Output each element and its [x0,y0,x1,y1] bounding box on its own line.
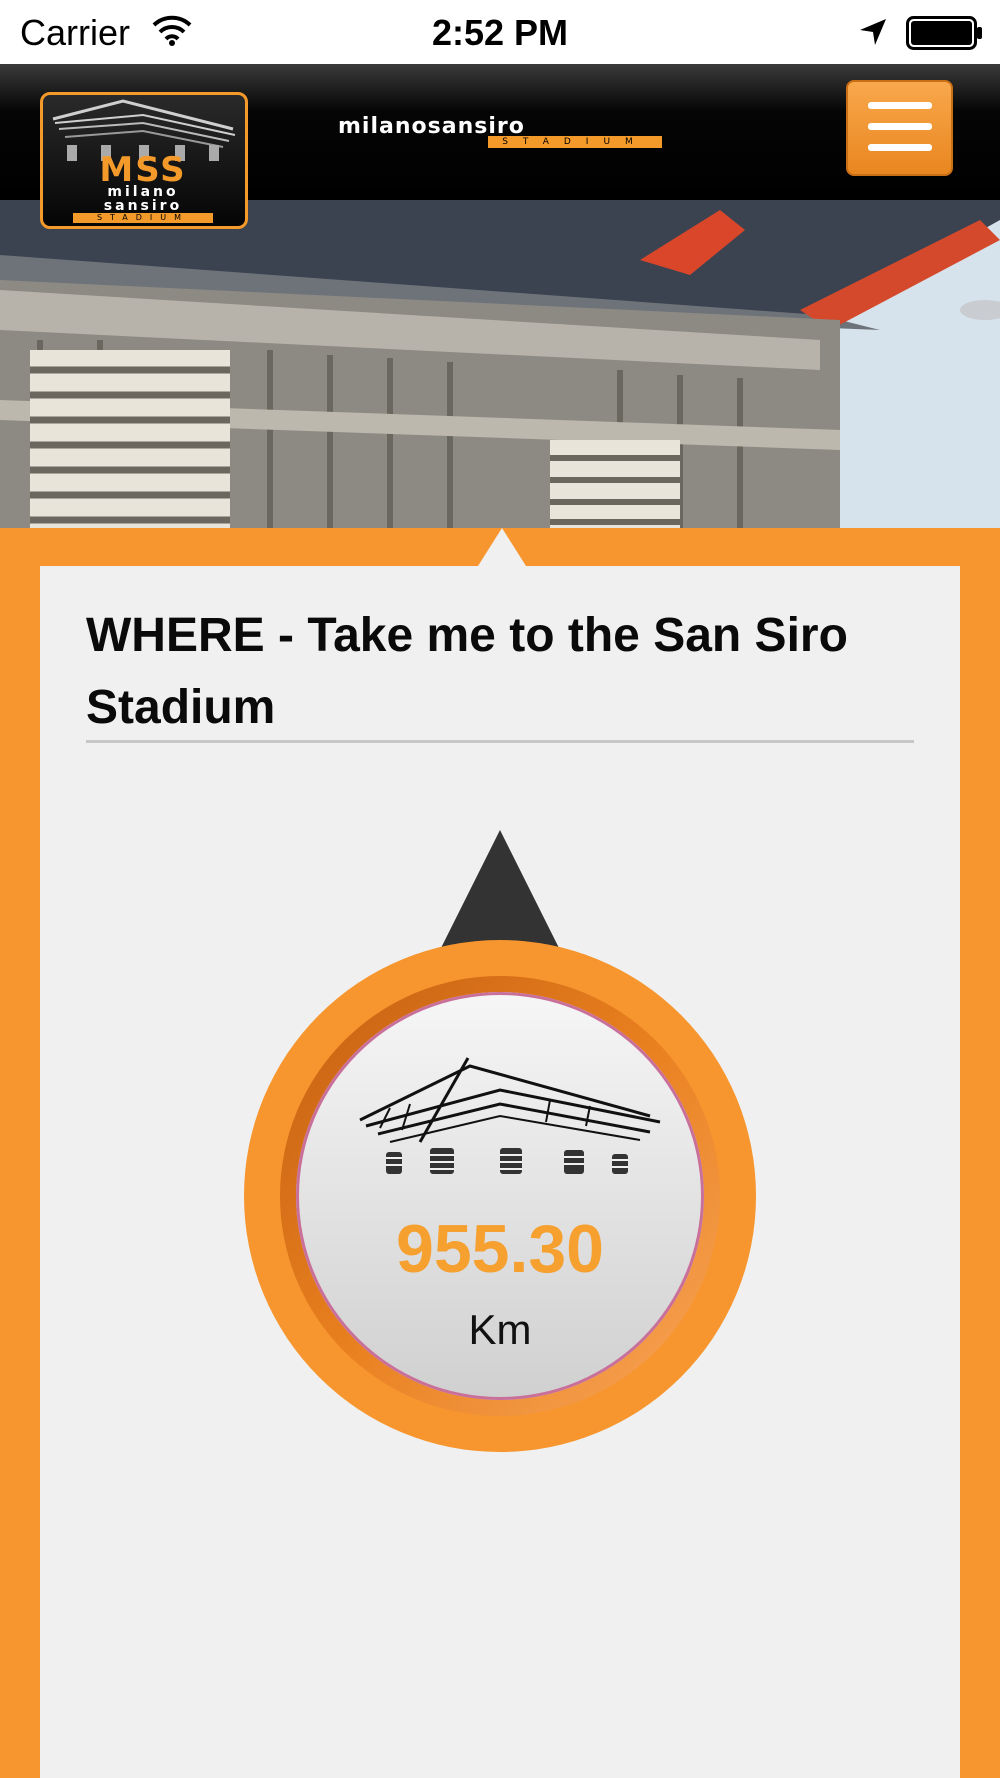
status-bar: Carrier 2:52 PM [0,0,1000,65]
battery-icon [906,16,982,50]
menu-button[interactable] [846,80,953,176]
distance-value: 955.30 [396,1211,604,1287]
hero-stadium-image [0,200,1000,528]
page-title: WHERE - Take me to the San Siro Stadium [86,609,848,734]
milanosansiro-wordmark: milanosansiro STADIUM [338,114,662,148]
logo-initials: MSS [99,150,187,190]
distance-unit: Km [468,1306,532,1353]
mss-logo[interactable]: MSS milano sansiro STADIUM [40,92,248,229]
title-divider [86,740,914,743]
card-pointer-notch [478,528,526,566]
logo-line-1: milano [107,184,179,200]
clock: 2:52 PM [431,12,569,53]
hamburger-menu-icon [868,102,932,109]
location-arrow-icon [860,19,886,45]
stadium-icon [359,1057,661,1174]
hamburger-menu-icon-bar [868,123,932,130]
stadium-photo-illustration [0,200,1000,528]
wordmark-subtext: STADIUM [488,136,662,148]
logo-line-3: STADIUM [73,213,213,223]
hamburger-menu-icon-bar [868,144,932,151]
logo-line-2: sansiro [103,198,183,214]
